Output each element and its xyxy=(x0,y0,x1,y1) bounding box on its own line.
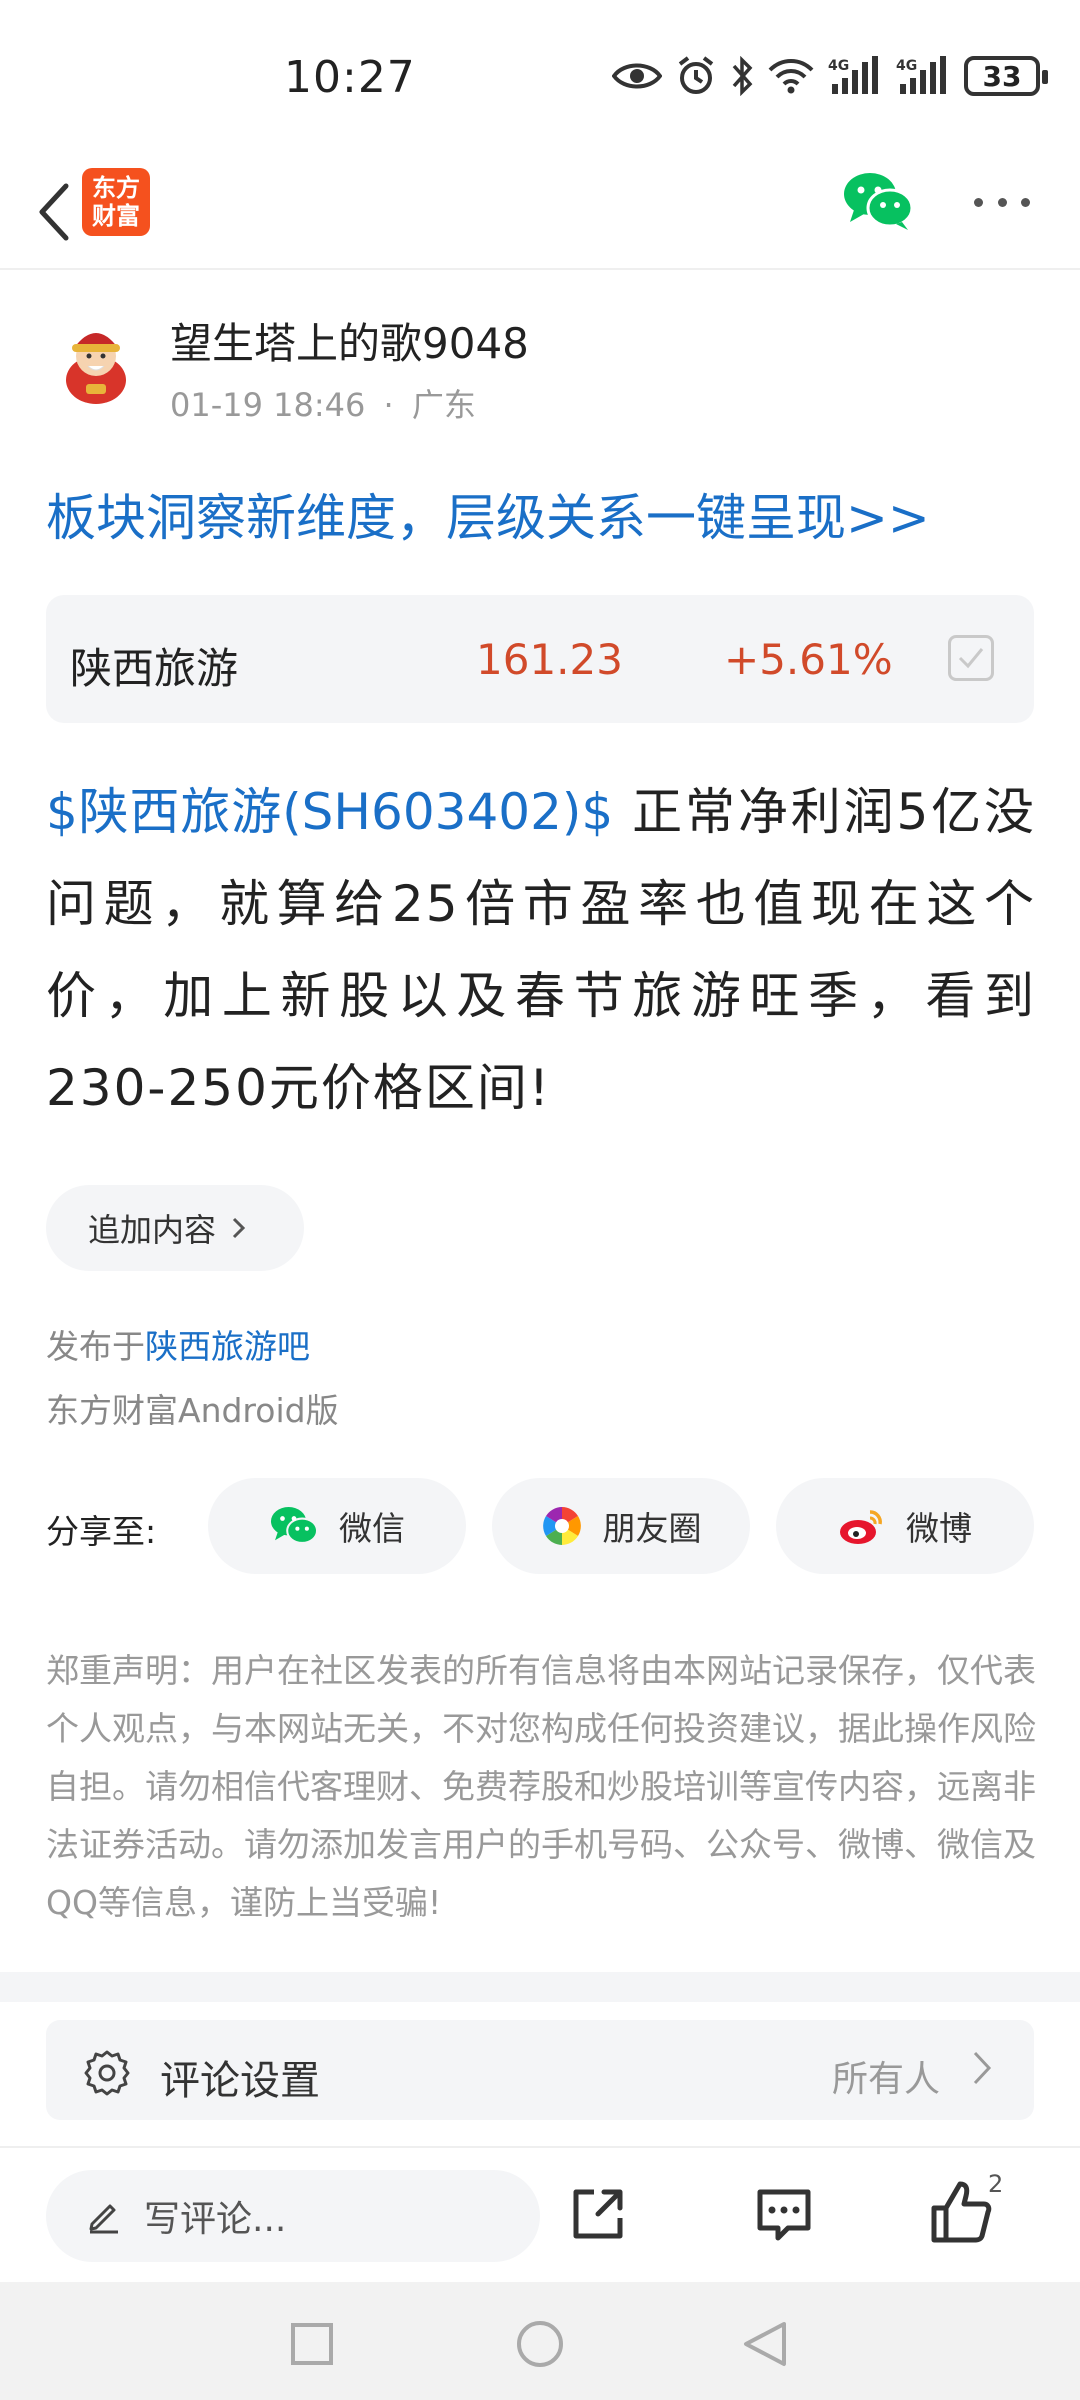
alarm-icon xyxy=(678,56,714,94)
home-icon[interactable] xyxy=(516,2320,564,2368)
client-info: 东方财富Android版 xyxy=(46,1391,339,1430)
share-weibo-label: 微博 xyxy=(906,1509,972,1548)
publish-prefix: 发布于 xyxy=(46,1327,145,1366)
disclaimer-text: 郑重声明：用户在社区发表的所有信息将由本网站记录保存，仅代表个人观点，与本网站无… xyxy=(46,1651,1036,1922)
top-nav-bar: 东方 财富 xyxy=(0,160,1080,270)
eye-icon xyxy=(612,63,662,89)
wechat-icon xyxy=(270,1507,319,1544)
more-button[interactable] xyxy=(974,190,1030,214)
share-external-icon xyxy=(573,2189,623,2239)
publish-info: 发布于陕西旅游吧 xyxy=(46,1320,310,1368)
logo-line2: 财富 xyxy=(92,202,140,230)
svg-text:4G: 4G xyxy=(828,58,849,74)
comment-placeholder: 写评论... xyxy=(144,2199,287,2240)
comment-settings-row[interactable]: 评论设置 所有人 xyxy=(46,2020,1034,2120)
stock-tag-link[interactable]: $陕西旅游(SH603402)$ xyxy=(46,783,613,841)
stock-bar-link[interactable]: 陕西旅游吧 xyxy=(145,1327,310,1366)
bluetooth-icon xyxy=(732,56,753,96)
signal-4g-icon: 4G xyxy=(828,56,878,94)
stock-price: 161.23 xyxy=(476,635,623,684)
post-date: 01-19 18:46 xyxy=(170,386,366,424)
check-icon xyxy=(958,648,984,669)
meta-separator: · xyxy=(383,386,394,424)
share-wechat-label: 微信 xyxy=(339,1509,405,1548)
more-icon xyxy=(974,197,983,207)
stock-card[interactable]: 陕西旅游 161.23 +5.61% xyxy=(46,595,1034,723)
system-navigation-bar xyxy=(0,2282,1080,2400)
weibo-icon xyxy=(840,1510,882,1544)
stock-name: 陕西旅游 xyxy=(70,644,239,693)
chevron-right-icon xyxy=(973,2051,992,2085)
append-content-label: 追加内容 xyxy=(88,1211,217,1249)
status-time: 10:27 xyxy=(284,52,416,103)
status-icons: 4G 4G 33 xyxy=(612,54,1048,98)
battery-icon: 33 xyxy=(964,56,1048,96)
share-label: 分享至: xyxy=(46,1512,157,1551)
share-button[interactable] xyxy=(568,2184,628,2248)
like-count: 2 xyxy=(988,2170,1004,2198)
gear-icon xyxy=(84,2050,130,2096)
stock-change: +5.61% xyxy=(724,635,893,684)
comment-input[interactable]: 写评论... xyxy=(46,2170,540,2262)
wifi-icon xyxy=(768,59,814,94)
share-moments-button[interactable]: 朋友圈 xyxy=(492,1478,750,1574)
battery-level: 33 xyxy=(982,59,1022,93)
author-name[interactable]: 望生塔上的歌9048 xyxy=(170,310,529,371)
share-wechat-button[interactable]: 微信 xyxy=(208,1478,466,1574)
section-divider xyxy=(0,1972,1080,2002)
logo-line1: 东方 xyxy=(92,174,140,202)
back-icon xyxy=(39,183,69,241)
signal-4g-icon: 4G xyxy=(896,56,946,94)
post-content: $陕西旅游(SH603402)$ 正常净利润5亿没问题，就算给25倍市盈率也值现在… xyxy=(46,766,1036,1134)
chevron-right-icon xyxy=(232,1217,246,1239)
like-button[interactable] xyxy=(930,2178,992,2248)
wechat-share-button[interactable] xyxy=(842,170,914,236)
app-logo[interactable]: 东方 财富 xyxy=(82,168,150,236)
post-location: 广东 xyxy=(411,386,476,424)
share-moments-label: 朋友圈 xyxy=(602,1509,702,1548)
avatar-icon xyxy=(66,333,126,404)
svg-text:4G: 4G xyxy=(896,58,917,74)
comment-icon xyxy=(757,2189,811,2241)
status-bar: 10:27 4G 4G 33 xyxy=(0,0,1080,160)
thumbs-up-icon xyxy=(931,2181,992,2243)
pencil-icon xyxy=(89,2204,118,2234)
bottom-action-bar: 写评论... 2 xyxy=(0,2146,1080,2282)
comments-button[interactable] xyxy=(754,2184,814,2248)
avatar[interactable] xyxy=(56,318,136,408)
back-button[interactable] xyxy=(24,172,84,252)
share-weibo-button[interactable]: 微博 xyxy=(776,1478,1034,1574)
moments-icon xyxy=(542,1507,581,1545)
wechat-icon xyxy=(844,173,914,230)
recent-apps-icon[interactable] xyxy=(290,2322,334,2366)
comment-settings-value: 所有人 xyxy=(832,2059,941,2100)
append-content-button[interactable]: 追加内容 xyxy=(46,1185,304,1271)
promo-link[interactable]: 板块洞察新维度，层级关系一键呈现>> xyxy=(46,478,930,550)
system-back-icon[interactable] xyxy=(742,2320,788,2368)
comment-settings-label: 评论设置 xyxy=(160,2058,320,2104)
post-meta: 01-19 18:46 · 广东 xyxy=(170,380,476,426)
add-watchlist-checkbox[interactable] xyxy=(948,635,994,681)
